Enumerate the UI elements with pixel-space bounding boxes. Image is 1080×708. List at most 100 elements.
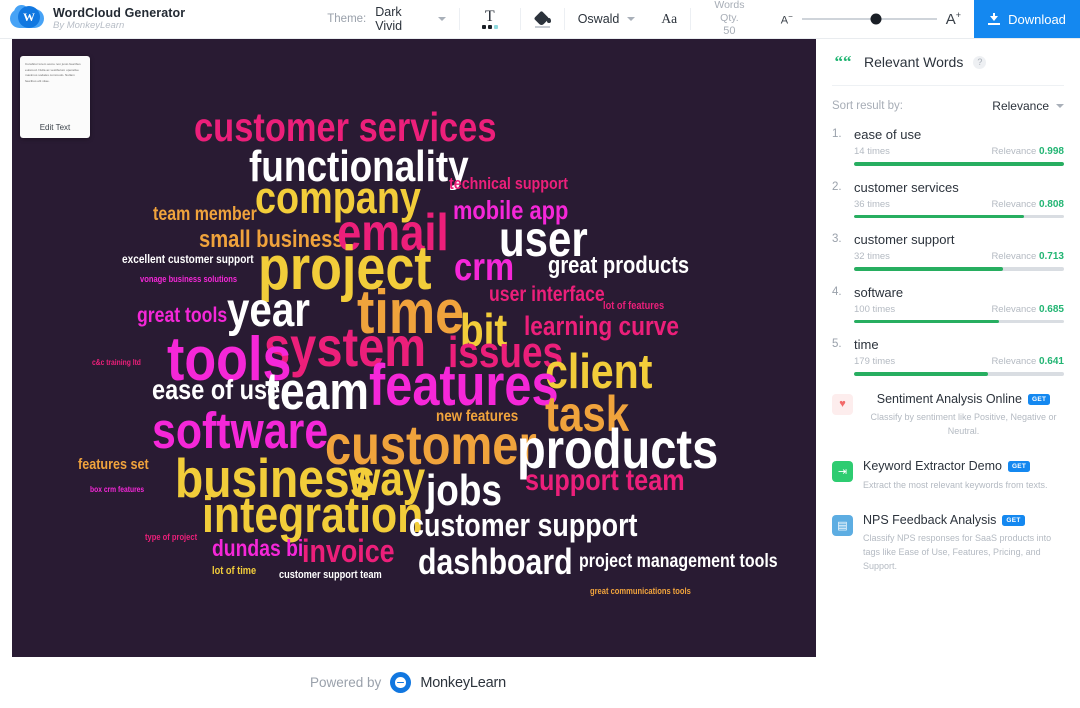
item-term: time [854,337,879,352]
increase-size-label: A+ [945,10,962,28]
chevron-down-icon [627,17,636,21]
cloud-word[interactable]: lot of time [212,566,256,577]
font-size-icon[interactable]: Aa [661,11,677,27]
app-title: WordCloud Generator [53,5,186,20]
font-select[interactable]: Oswald [578,12,636,26]
get-button[interactable]: GET [1027,393,1051,405]
promo-description: Classify by sentiment like Positive, Neg… [870,412,1057,437]
relevant-word-item[interactable]: 5. time 179 times Relevance 0.641 [832,337,1064,376]
logo-letter: W [18,6,40,28]
item-relevance: Relevance 0.998 [991,146,1064,157]
text-case-control[interactable]: T [460,0,520,38]
promo-description: Extract the most relevant keywords from … [863,479,1048,490]
item-term: ease of use [854,127,922,142]
item-term: software [854,284,904,300]
quote-icon: ““ [834,52,852,71]
words-qty-label: Words Qty. [714,0,745,25]
cloud-word[interactable]: support team [525,466,685,496]
item-rank: 4. [832,285,842,298]
words-quantity: Words Qty. 50 [691,0,768,38]
relevant-words-panel: ““ Relevant Words ? Sort result by: Rele… [816,39,1080,708]
promo-card[interactable]: ♥ Sentiment Analysis Online GET Classify by… [832,392,1064,440]
relevant-word-item[interactable]: 3. customer support 32 times Relevance 0.71… [832,232,1064,271]
wordcloud-canvas[interactable]: Curabitur lorem acore non justo faucibus… [12,39,816,657]
get-button[interactable]: GET [1007,461,1031,472]
get-button[interactable]: GET [1002,514,1025,526]
cloud-word[interactable]: great communications tools [590,587,691,596]
cloud-word[interactable]: dashboard [418,544,573,580]
download-label: Download [1008,11,1066,27]
cloud-word[interactable]: features [369,357,559,415]
app-logo-icon: W [10,2,44,36]
cloud-word[interactable]: user interface [489,284,605,305]
cloud-word[interactable]: excellent customer support [122,253,254,265]
monkeylearn-brand-name: MonkeyLearn [420,674,506,691]
cloud-word[interactable]: vonage business solutions [140,275,237,284]
item-times: 36 times [854,198,890,210]
sort-selected-value: Relevance [992,98,1049,113]
item-relevance-bar [854,372,1064,376]
item-relevance: Relevance 0.713 [991,251,1064,262]
cloud-word[interactable]: great tools [137,305,227,326]
words-qty-value: 50 [723,25,736,38]
relevant-words-list: 1. ease of use 14 times Relevance 0.998 2. cu… [832,127,1064,376]
promo-card[interactable]: ⇥ Keyword Extractor Demo GET Extract the mo… [832,459,1064,493]
cloud-word[interactable]: ease of use [152,376,280,404]
cloud-word[interactable]: invoice [302,535,395,567]
chart-panel-icon: ▤ [832,514,853,536]
theme-select[interactable]: Dark Vivid [375,5,446,33]
edit-text-button[interactable]: Edit Text [25,123,85,138]
item-rank: 1. [832,128,842,140]
promo-cards: ♥ Sentiment Analysis Online GET Classify by… [832,392,1064,575]
fill-color-control[interactable] [521,0,564,38]
item-rank: 2. [832,180,842,193]
item-term: customer support [854,232,955,247]
font-style-control[interactable]: Aa [648,0,690,38]
promo-card[interactable]: ▤ NPS Feedback Analysis GET Classify NPS re… [832,513,1064,574]
page-footer: Powered by MonkeyLearn [0,657,816,708]
cloud-word[interactable]: customer support team [279,570,382,581]
font-size-slider[interactable] [801,12,937,26]
app-subtitle: By MonkeyLearn [53,20,125,32]
panel-header: ““ Relevant Words ? [832,39,1064,86]
font-selected-value: Oswald [577,12,620,26]
cloud-word[interactable]: features set [78,457,149,472]
font-family-control[interactable]: Oswald [565,0,649,38]
item-times: 14 times [854,146,890,157]
relevant-word-item[interactable]: 1. ease of use 14 times Relevance 0.998 [832,127,1064,166]
theme-control[interactable]: Theme: Dark Vivid [314,0,459,38]
item-relevance: Relevance 0.641 [991,356,1064,367]
item-term: customer services [854,179,959,195]
chevron-down-icon [1056,103,1064,108]
paint-bucket-icon[interactable] [533,10,551,28]
item-relevance: Relevance 0.808 [991,198,1064,210]
promo-description: Classify NPS responses for SaaS products… [863,533,1052,572]
cloud-word[interactable]: great products [548,254,689,278]
download-button[interactable]: Download [974,0,1080,38]
slider-handle[interactable] [870,13,882,25]
item-relevance-bar [854,214,1064,218]
cloud-word[interactable]: project management tools [579,552,778,571]
cloud-word[interactable]: c&c training ltd [92,359,141,367]
item-relevance-bar [854,319,1064,323]
cloud-word[interactable]: team member [153,205,257,224]
help-icon[interactable]: ? [973,55,987,69]
cloud-word[interactable]: technical support [449,175,568,192]
monkeylearn-logo-icon [390,672,412,693]
cloud-word[interactable]: type of project [145,533,197,542]
promo-title: Sentiment Analysis Online [876,391,1022,406]
promo-title: Keyword Extractor Demo [863,459,1002,473]
relevant-word-item[interactable]: 4. software 100 times Relevance 0.685 [832,284,1064,323]
edit-card-body: Curabitur lorem acore non justo faucibus… [25,62,81,84]
cloud-word[interactable]: dundas bi [212,537,303,560]
font-size-slider-group[interactable]: A− A+ [768,0,974,38]
item-rank: 3. [832,233,842,245]
edit-text-card[interactable]: Curabitur lorem acore non justo faucibus… [20,56,90,138]
text-case-icon[interactable]: T [473,8,507,29]
relevant-word-item[interactable]: 2. customer services 36 times Relevance 0.8… [832,179,1064,218]
cloud-word[interactable]: customer support [409,509,638,541]
document-export-icon: ⇥ [832,461,853,482]
chevron-down-icon [437,17,446,21]
cloud-word[interactable]: box crm features [90,486,144,494]
sort-select[interactable]: Relevance [992,99,1064,113]
